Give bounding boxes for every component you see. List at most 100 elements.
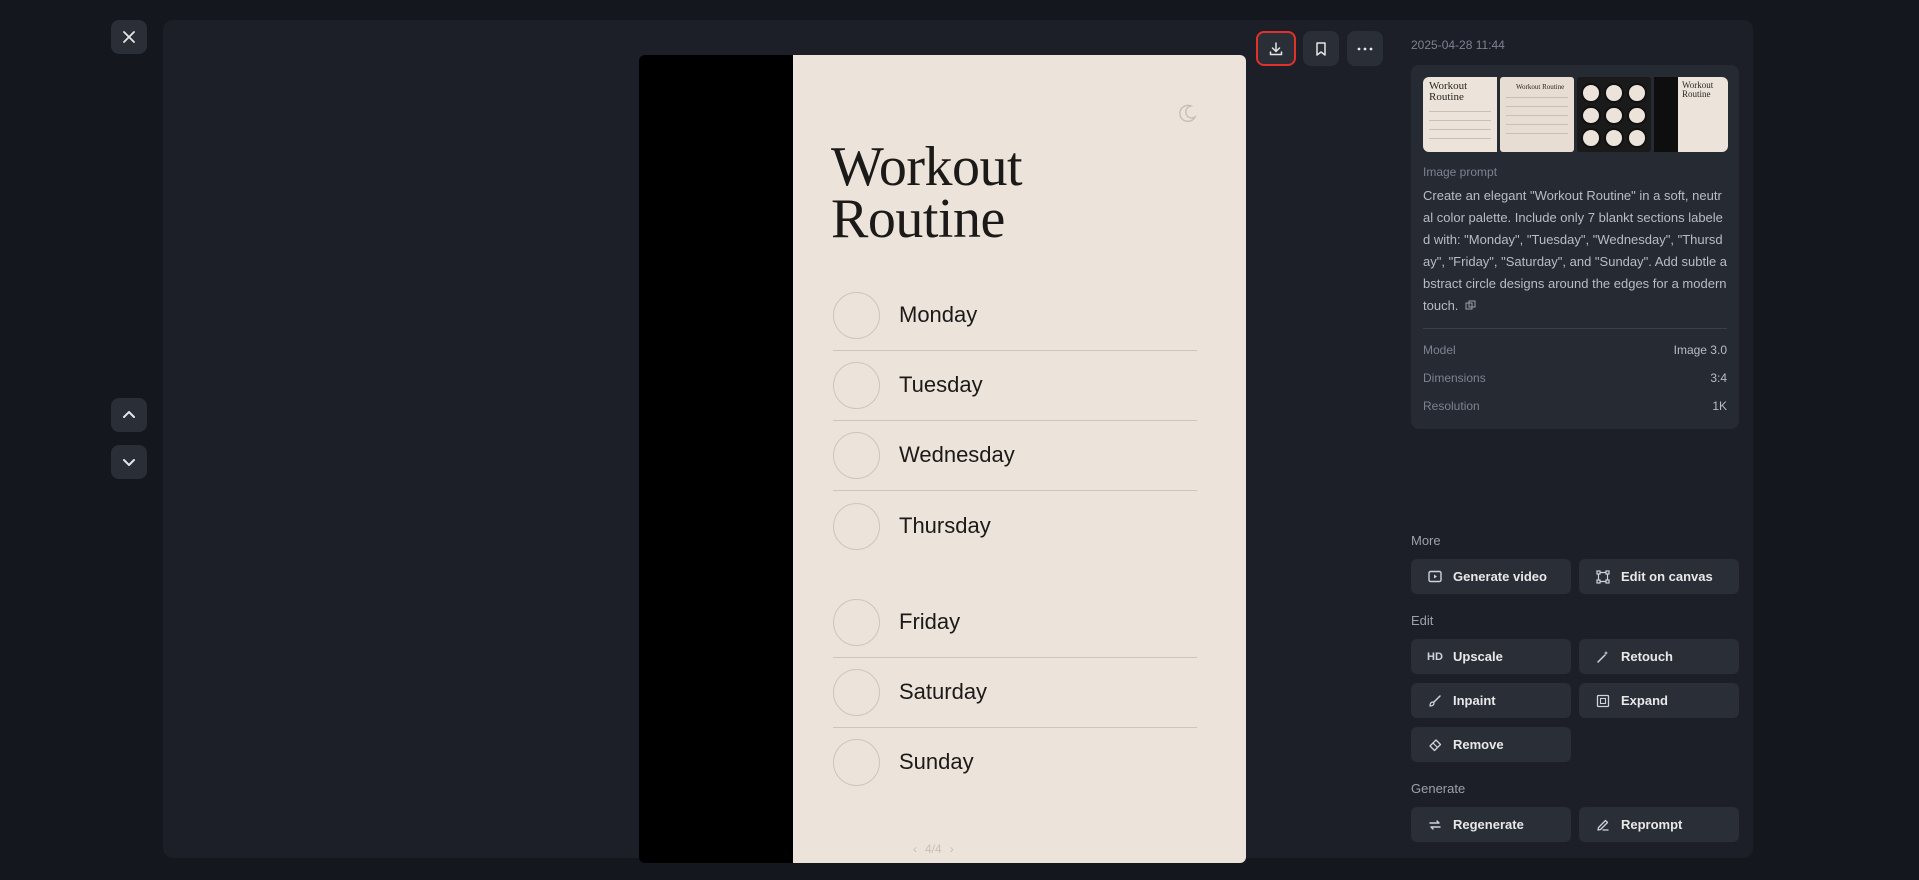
chevron-up-icon <box>123 411 135 418</box>
moon-icon <box>1179 104 1197 123</box>
generated-image: Workout Routine Monday Tuesday Wednesday <box>793 55 1246 863</box>
upscale-button[interactable]: HD Upscale <box>1411 639 1571 674</box>
brush-icon <box>1427 693 1443 709</box>
retouch-button[interactable]: Retouch <box>1579 639 1739 674</box>
edit-on-canvas-button[interactable]: Edit on canvas <box>1579 559 1739 594</box>
thumbnail-3[interactable] <box>1577 77 1651 152</box>
day-row-thursday: Thursday <box>833 503 1197 563</box>
meta-row-resolution: Resolution 1K <box>1423 399 1727 413</box>
expand-button[interactable]: Expand <box>1579 683 1739 718</box>
image-title-line-2: Routine <box>831 188 1005 250</box>
day-divider <box>833 727 1197 728</box>
section-edit-label: Edit <box>1411 613 1434 628</box>
pager-count: 4/4 <box>925 842 942 856</box>
day-divider <box>833 420 1197 421</box>
day-row-wednesday: Wednesday <box>833 432 1197 492</box>
download-button[interactable] <box>1256 31 1296 66</box>
thumbnail-4[interactable]: Workout Routine <box>1654 77 1728 152</box>
info-divider <box>1423 328 1727 329</box>
day-row-sunday: Sunday <box>833 739 1197 799</box>
image-title-line-1: Workout <box>831 136 1023 198</box>
thumbnail-2[interactable]: Workout Routine <box>1500 77 1574 152</box>
thumbnail-strip: Workout Routine Workout Routine Workout … <box>1423 77 1728 152</box>
day-label: Saturday <box>899 679 988 704</box>
meta-key: Resolution <box>1423 399 1480 413</box>
image-info-card: Workout Routine Workout Routine Workout … <box>1411 65 1739 429</box>
regenerate-label: Regenerate <box>1453 817 1524 832</box>
day-row-tuesday: Tuesday <box>833 362 1197 422</box>
image-viewer[interactable]: Workout Routine Monday Tuesday Wednesday <box>639 55 1246 863</box>
reprompt-label: Reprompt <box>1621 817 1683 832</box>
day-circle <box>833 599 880 646</box>
meta-row-model: Model Image 3.0 <box>1423 343 1727 357</box>
day-divider <box>833 490 1197 491</box>
prompt-label: Image prompt <box>1423 165 1498 179</box>
edit-on-canvas-label: Edit on canvas <box>1621 569 1713 584</box>
prompt-text: Create an elegant "Workout Routine" in a… <box>1423 185 1728 317</box>
section-more-label: More <box>1411 533 1441 548</box>
refresh-icon <box>1427 817 1443 833</box>
copy-icon[interactable] <box>1465 300 1476 311</box>
day-divider <box>833 350 1197 351</box>
day-circle <box>833 739 880 786</box>
image-title: Workout Routine <box>831 136 1191 250</box>
pager-prev-icon[interactable]: ‹ <box>913 842 917 856</box>
regenerate-button[interactable]: Regenerate <box>1411 807 1571 842</box>
chevron-down-icon <box>123 459 135 466</box>
day-circle <box>833 669 880 716</box>
thumbnail-title: Workout Routine <box>1429 80 1468 103</box>
image-pager: ‹ 4/4 › <box>913 842 954 856</box>
meta-key: Dimensions <box>1423 371 1486 385</box>
expand-icon <box>1595 693 1611 709</box>
more-options-button[interactable] <box>1347 31 1383 66</box>
bookmark-icon <box>1316 41 1326 56</box>
generate-video-label: Generate video <box>1453 569 1547 584</box>
meta-value: 1K <box>1712 399 1727 413</box>
upscale-label: Upscale <box>1453 649 1503 664</box>
day-label: Tuesday <box>899 372 983 397</box>
day-label: Thursday <box>899 513 991 538</box>
meta-row-dimensions: Dimensions 3:4 <box>1423 371 1727 385</box>
thumbnail-1[interactable]: Workout Routine <box>1423 77 1497 152</box>
canvas-icon <box>1595 569 1611 585</box>
download-icon <box>1269 41 1283 55</box>
close-icon <box>123 31 135 43</box>
close-button[interactable] <box>111 20 147 54</box>
day-row-monday: Monday <box>833 292 1197 352</box>
hd-icon: HD <box>1427 650 1443 663</box>
pencil-icon <box>1595 817 1611 833</box>
day-label: Monday <box>899 302 978 327</box>
meta-value: Image 3.0 <box>1673 343 1727 357</box>
next-image-button[interactable] <box>111 445 147 479</box>
day-row-saturday: Saturday <box>833 669 1197 729</box>
ellipsis-icon <box>1357 47 1373 50</box>
expand-label: Expand <box>1621 693 1668 708</box>
pager-next-icon[interactable]: › <box>950 842 954 856</box>
day-circle <box>833 292 880 339</box>
day-divider <box>833 657 1197 658</box>
day-circle <box>833 432 880 479</box>
meta-key: Model <box>1423 343 1456 357</box>
thumbnail-title: Workout Routine <box>1682 80 1714 99</box>
reprompt-button[interactable]: Reprompt <box>1579 807 1739 842</box>
video-icon <box>1427 569 1443 585</box>
day-circle <box>833 503 880 550</box>
bookmark-button[interactable] <box>1303 31 1339 66</box>
section-generate-label: Generate <box>1411 781 1466 796</box>
generate-video-button[interactable]: Generate video <box>1411 559 1571 594</box>
previous-image-button[interactable] <box>111 398 147 432</box>
image-detail-modal: Workout Routine Monday Tuesday Wednesday <box>0 0 1919 880</box>
inpaint-button[interactable]: Inpaint <box>1411 683 1571 718</box>
day-label: Friday <box>899 609 961 634</box>
day-circle <box>833 362 880 409</box>
eraser-icon <box>1427 737 1443 753</box>
inpaint-label: Inpaint <box>1453 693 1496 708</box>
remove-label: Remove <box>1453 737 1504 752</box>
created-timestamp: 2025-04-28 11:44 <box>1411 38 1505 52</box>
thumbnail-title: Workout Routine <box>1516 83 1565 91</box>
day-label: Sunday <box>899 749 974 774</box>
prompt-body: Create an elegant "Workout Routine" in a… <box>1423 188 1728 313</box>
remove-button[interactable]: Remove <box>1411 727 1571 762</box>
meta-value: 3:4 <box>1710 371 1727 385</box>
retouch-label: Retouch <box>1621 649 1673 664</box>
